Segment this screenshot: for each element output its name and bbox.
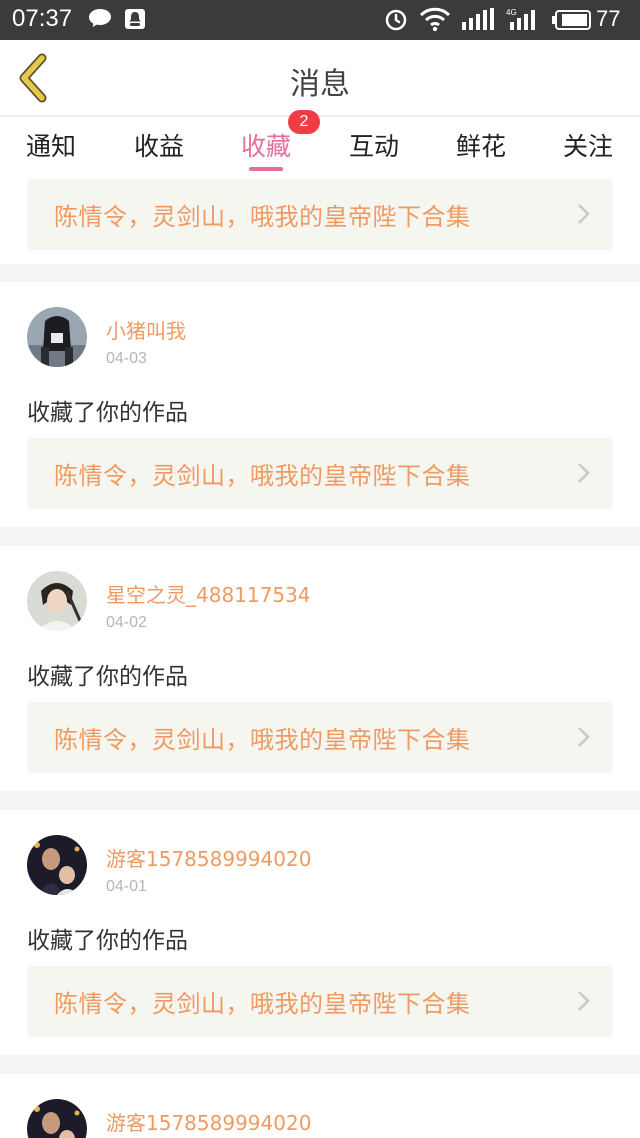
- work-title: 陈情令，灵剑山，哦我的皇帝陛下合集: [54, 203, 471, 231]
- tab-earnings[interactable]: 收益: [119, 127, 199, 163]
- work-link[interactable]: 陈情令，灵剑山，哦我的皇帝陛下合集: [27, 966, 613, 1037]
- app-header: 消息: [0, 40, 640, 116]
- work-title: 陈情令，灵剑山，哦我的皇帝陛下合集: [54, 462, 471, 490]
- battery-icon: [552, 10, 591, 30]
- chevron-right-icon: [578, 204, 590, 224]
- work-link[interactable]: 陈情令，灵剑山，哦我的皇帝陛下合集: [27, 702, 613, 773]
- avatar[interactable]: [27, 571, 87, 631]
- action-text: 收藏了你的作品: [27, 400, 188, 426]
- message-card: 游客1578589994020 04-01 收藏了你的作品 陈情令，灵剑山，哦我…: [0, 810, 640, 1055]
- username[interactable]: 小猪叫我: [106, 315, 186, 344]
- avatar[interactable]: [27, 835, 87, 895]
- work-link[interactable]: 陈情令，灵剑山，哦我的皇帝陛下合集: [27, 438, 613, 509]
- qq-icon: [125, 9, 145, 29]
- status-time: 07:37: [12, 5, 73, 32]
- username[interactable]: 星空之灵_488117534: [106, 579, 311, 608]
- chevron-right-icon: [578, 463, 590, 483]
- tab-flowers[interactable]: 鲜花: [441, 127, 521, 163]
- message-feed[interactable]: 陈情令，灵剑山，哦我的皇帝陛下合集 小猪叫我 04-03 收藏了你的作品 陈情令…: [0, 177, 640, 1138]
- work-title: 陈情令，灵剑山，哦我的皇帝陛下合集: [54, 726, 471, 754]
- chat-bubble-icon: [89, 9, 111, 27]
- work-title: 陈情令，灵剑山，哦我的皇帝陛下合集: [54, 990, 471, 1018]
- wifi-icon: [419, 7, 451, 32]
- tab-favorites-label: 收藏: [240, 132, 291, 161]
- tab-bar: 通知 收益 收藏 2 互动 鲜花 关注: [0, 110, 640, 177]
- chevron-right-icon: [578, 991, 590, 1011]
- page-title: 消息: [290, 67, 350, 102]
- work-link[interactable]: 陈情令，灵剑山，哦我的皇帝陛下合集: [27, 179, 613, 250]
- message-card: 星空之灵_488117534 04-02 收藏了你的作品 陈情令，灵剑山，哦我的…: [0, 546, 640, 791]
- username[interactable]: 游客1578589994020: [106, 843, 311, 872]
- chevron-right-icon: [578, 727, 590, 747]
- svg-text:4G: 4G: [506, 8, 517, 17]
- avatar[interactable]: [27, 307, 87, 367]
- active-tab-indicator: [249, 167, 283, 171]
- date: 04-01: [106, 878, 147, 895]
- tab-interactions[interactable]: 互动: [334, 127, 414, 163]
- message-card: 小猪叫我 04-03 收藏了你的作品 陈情令，灵剑山，哦我的皇帝陛下合集: [0, 282, 640, 527]
- action-text: 收藏了你的作品: [27, 928, 188, 954]
- message-card: 陈情令，灵剑山，哦我的皇帝陛下合集: [0, 177, 640, 264]
- status-bar: 07:37 4G 77: [0, 0, 640, 40]
- signal-4g-icon: 4G: [506, 8, 535, 30]
- message-card: 游客1578589994020: [0, 1074, 640, 1138]
- date: 04-03: [106, 350, 147, 367]
- tab-following[interactable]: 关注: [548, 127, 628, 163]
- tab-notifications[interactable]: 通知: [11, 127, 91, 163]
- avatar[interactable]: [27, 1099, 87, 1138]
- username[interactable]: 游客1578589994020: [106, 1107, 311, 1136]
- signal-icon: [462, 8, 494, 30]
- date: 04-02: [106, 614, 147, 631]
- tab-favorites-badge: 2: [288, 110, 320, 134]
- action-text: 收藏了你的作品: [27, 664, 188, 690]
- alarm-icon: [385, 9, 407, 31]
- battery-percent: 77: [596, 6, 621, 31]
